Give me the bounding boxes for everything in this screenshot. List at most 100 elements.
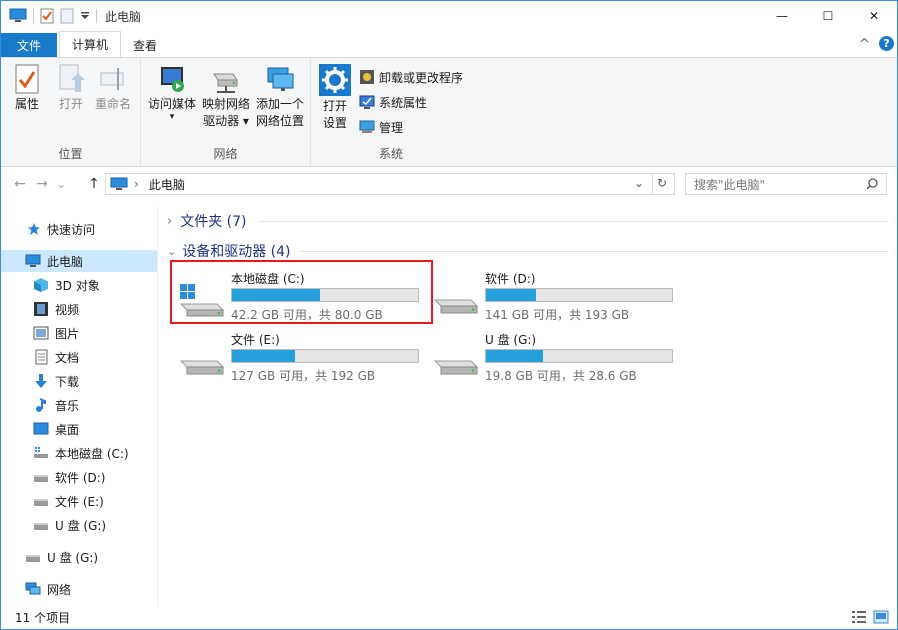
usb-drive-icon: [26, 555, 40, 562]
folders-divider: [259, 221, 889, 222]
search-input[interactable]: 搜索"此电脑": [694, 176, 765, 193]
ribbon: 属性 打开 重命名 位置 访问媒体 ▾ 映射网络 驱动器 ▾ 添加一个 网络位置…: [1, 57, 897, 167]
properties-qa-icon[interactable]: [40, 8, 54, 24]
sidebar-item-label: U 盘 (G:): [47, 550, 99, 565]
drive-tile[interactable]: U 盘 (G:) 19.8 GB 可用，共 28.6 GB: [425, 327, 675, 385]
sidebar-item-drive-e[interactable]: 文件 (E:): [1, 490, 157, 512]
desktop-icon: [33, 422, 49, 435]
sidebar-item-drive-g[interactable]: U 盘 (G:): [1, 514, 157, 536]
settings-gear-icon: [319, 64, 351, 96]
drive-name: 文件 (E:): [231, 333, 280, 347]
new-folder-qa-icon[interactable]: [60, 8, 74, 24]
network-icon: [25, 582, 41, 595]
sidebar-item-label: 视频: [55, 302, 80, 317]
sidebar-item-pictures[interactable]: 图片: [1, 322, 157, 344]
drive-usage-fill: [232, 350, 296, 362]
sidebar-item-3d-objects[interactable]: 3D 对象: [1, 274, 157, 296]
sidebar-item-drive-d[interactable]: 软件 (D:): [1, 466, 157, 488]
sidebar-item-videos[interactable]: 视频: [1, 298, 157, 320]
ribbon-collapse-icon[interactable]: ^: [859, 37, 870, 52]
music-icon: [36, 398, 46, 412]
add-network-location-button[interactable]: 添加一个 网络位置: [253, 64, 307, 130]
devices-group-header[interactable]: ⌄ 设备和驱动器 (4): [167, 240, 291, 262]
sidebar-item-documents[interactable]: 文档: [1, 346, 157, 368]
uninstall-programs-button[interactable]: 卸载或更改程序: [359, 66, 463, 88]
maximize-button[interactable]: ☐: [805, 1, 851, 31]
sidebar-item-desktop[interactable]: 桌面: [1, 418, 157, 440]
forward-button[interactable]: →: [31, 173, 53, 195]
properties-button[interactable]: 属性: [11, 64, 43, 113]
tab-view[interactable]: 查看: [121, 33, 169, 57]
rename-label: 重命名: [94, 97, 131, 111]
view-toggle: [851, 610, 889, 624]
breadcrumb-this-pc[interactable]: 此电脑: [149, 176, 185, 193]
close-button[interactable]: ✕: [851, 1, 897, 31]
sidebar-item-label: 网络: [47, 582, 72, 597]
back-arrow-icon: ←: [14, 176, 26, 192]
map-network-drive-button[interactable]: 映射网络 驱动器 ▾: [199, 64, 253, 130]
sidebar-item-downloads[interactable]: 下载: [1, 370, 157, 392]
drive-tile[interactable]: 文件 (E:) 127 GB 可用，共 192 GB: [171, 327, 421, 385]
download-icon: [35, 374, 47, 388]
media-icon: [161, 67, 184, 92]
properties-icon: [15, 64, 39, 94]
rename-button[interactable]: 重命名: [91, 64, 135, 113]
customize-qa-icon[interactable]: [80, 11, 90, 21]
group-network-label: 网络: [213, 147, 238, 161]
large-icons-view-icon[interactable]: [873, 610, 889, 624]
sidebar-item-quick-access[interactable]: 快速访问: [1, 218, 157, 240]
drive-usage-bar: [231, 349, 419, 363]
folders-group-header[interactable]: › 文件夹 (7): [167, 210, 246, 232]
drive-usage-fill: [486, 289, 537, 301]
sidebar-item-label: 文件 (E:): [55, 494, 104, 509]
up-button[interactable]: ↑: [83, 173, 105, 195]
manage-icon: [359, 120, 375, 133]
access-media-button[interactable]: 访问媒体 ▾: [145, 64, 199, 122]
access-media-dropdown-icon: ▾: [169, 112, 175, 122]
back-button[interactable]: ←: [9, 173, 31, 195]
manage-button[interactable]: 管理: [359, 116, 403, 138]
sidebar-item-network[interactable]: 网络: [1, 578, 157, 600]
system-properties-button[interactable]: 系统属性: [359, 91, 427, 113]
pc-icon: [9, 8, 27, 22]
add-location-label-1: 添加一个: [255, 97, 304, 111]
video-icon: [34, 302, 48, 316]
sidebar-item-this-pc[interactable]: 此电脑: [1, 250, 157, 272]
sidebar-item-label: 本地磁盘 (C:): [55, 446, 129, 461]
open-settings-button[interactable]: 打开 设置: [317, 64, 353, 132]
drive-usage-bar: [485, 288, 673, 302]
rename-icon: [100, 68, 124, 90]
up-arrow-icon: ↑: [88, 176, 100, 192]
address-row: ← → ⌄ ↑ › 此电脑 ⌄ ↻ 搜索"此电脑": [1, 167, 897, 201]
search-box[interactable]: 搜索"此电脑": [685, 173, 887, 195]
minimize-button[interactable]: —: [759, 1, 805, 31]
open-button[interactable]: 打开: [53, 64, 89, 113]
sidebar-item-label: 桌面: [55, 422, 80, 437]
refresh-icon[interactable]: ↻: [657, 176, 667, 190]
settings-label-2: 设置: [322, 116, 347, 130]
address-bar[interactable]: › 此电脑 ⌄ ↻: [105, 173, 675, 195]
drive-icon: [34, 523, 48, 530]
sidebar-item-label: 文档: [55, 350, 80, 365]
drive-tile[interactable]: 软件 (D:) 141 GB 可用，共 193 GB: [425, 266, 675, 324]
sidebar-item-usb-drive[interactable]: U 盘 (G:): [1, 546, 157, 568]
help-icon[interactable]: ?: [879, 36, 894, 51]
ribbon-tabs: 文件 计算机 查看 ^ ?: [1, 31, 897, 57]
folders-group-title: 文件夹 (7): [180, 214, 247, 230]
sidebar-item-drive-c[interactable]: 本地磁盘 (C:): [1, 442, 157, 464]
search-icon: [866, 178, 878, 190]
recent-locations-button[interactable]: ⌄: [53, 173, 69, 195]
drive-usage-bar: [485, 349, 673, 363]
sidebar-item-label: U 盘 (G:): [55, 518, 107, 533]
details-view-icon[interactable]: [851, 610, 867, 624]
address-dropdown-icon[interactable]: ⌄: [634, 176, 644, 190]
group-network: 访问媒体 ▾ 映射网络 驱动器 ▾ 添加一个 网络位置 网络: [141, 58, 311, 166]
tab-computer[interactable]: 计算机: [59, 31, 122, 57]
item-count: 11 个项目: [15, 611, 71, 625]
tab-file[interactable]: 文件: [1, 33, 57, 57]
cube-icon: [34, 278, 48, 292]
drive-icon: [179, 360, 225, 375]
breadcrumb-chevron-icon: ›: [134, 177, 139, 191]
forward-arrow-icon: →: [36, 176, 48, 192]
sidebar-item-music[interactable]: 音乐: [1, 394, 157, 416]
